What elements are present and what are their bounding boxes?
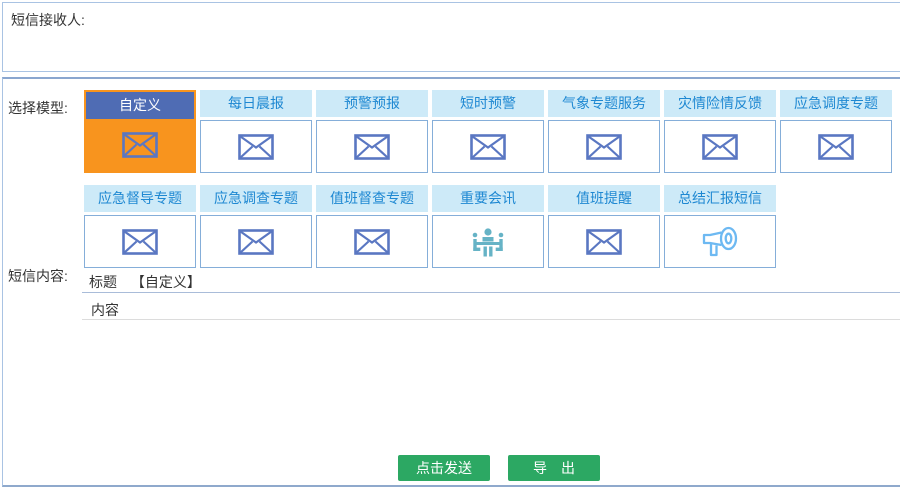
template-title: 值班督查专题 xyxy=(316,185,428,212)
content-label: 内容 xyxy=(91,300,119,320)
recipients-panel: 短信接收人: xyxy=(2,2,900,72)
template-title: 预警预报 xyxy=(316,90,428,117)
title-label: 标题 xyxy=(89,272,117,292)
sms-send-page: 短信接收人: 选择模型: 自定义每日晨报预警预报短时预警气象专题服务灾情险情反馈… xyxy=(0,0,900,492)
envelope-icon xyxy=(200,120,312,173)
template-tile-2[interactable]: 预警预报 xyxy=(316,90,428,173)
template-tile-0[interactable]: 自定义 xyxy=(84,90,196,173)
send-button[interactable]: 点击发送 xyxy=(398,455,490,481)
template-tile-4[interactable]: 气象专题服务 xyxy=(548,90,660,173)
envelope-icon xyxy=(432,120,544,173)
sms-content-field[interactable]: 内容 xyxy=(82,296,900,320)
template-tile-11[interactable]: 值班提醒 xyxy=(548,185,660,268)
template-tile-12[interactable]: 总结汇报短信 xyxy=(664,185,776,268)
envelope-icon xyxy=(664,120,776,173)
title-value: 【自定义】 xyxy=(131,272,201,292)
template-title: 灾情险情反馈 xyxy=(664,90,776,117)
template-tile-6[interactable]: 应急调度专题 xyxy=(780,90,892,173)
envelope-icon xyxy=(316,120,428,173)
template-title: 应急调查专题 xyxy=(200,185,312,212)
template-tile-9[interactable]: 值班督查专题 xyxy=(316,185,428,268)
template-tile-3[interactable]: 短时预警 xyxy=(432,90,544,173)
template-tile-1[interactable]: 每日晨报 xyxy=(200,90,312,173)
template-title: 应急督导专题 xyxy=(84,185,196,212)
envelope-icon xyxy=(316,215,428,268)
envelope-icon xyxy=(200,215,312,268)
recipients-input[interactable] xyxy=(93,3,900,71)
template-title: 值班提醒 xyxy=(548,185,660,212)
recipients-label: 短信接收人: xyxy=(11,10,85,30)
sms-title-field[interactable]: 标题 【自定义】 xyxy=(82,268,900,293)
envelope-icon xyxy=(84,215,196,268)
template-tile-7[interactable]: 应急督导专题 xyxy=(84,185,196,268)
template-tile-10[interactable]: 重要会讯 xyxy=(432,185,544,268)
template-title: 自定义 xyxy=(86,92,194,119)
template-title: 气象专题服务 xyxy=(548,90,660,117)
meeting-icon xyxy=(432,215,544,268)
template-grid: 自定义每日晨报预警预报短时预警气象专题服务灾情险情反馈应急调度专题应急督导专题应… xyxy=(84,90,900,280)
template-tile-8[interactable]: 应急调查专题 xyxy=(200,185,312,268)
main-panel: 选择模型: 自定义每日晨报预警预报短时预警气象专题服务灾情险情反馈应急调度专题应… xyxy=(2,77,900,487)
export-button[interactable]: 导 出 xyxy=(508,455,600,481)
template-title: 重要会讯 xyxy=(432,185,544,212)
template-title: 短时预警 xyxy=(432,90,544,117)
template-tile-5[interactable]: 灾情险情反馈 xyxy=(664,90,776,173)
envelope-icon xyxy=(86,119,194,170)
template-title: 总结汇报短信 xyxy=(664,185,776,212)
template-title: 每日晨报 xyxy=(200,90,312,117)
envelope-icon xyxy=(548,120,660,173)
envelope-icon xyxy=(548,215,660,268)
envelope-icon xyxy=(780,120,892,173)
sms-content-body[interactable] xyxy=(82,321,900,449)
model-select-label: 选择模型: xyxy=(8,98,68,118)
sms-content-label: 短信内容: xyxy=(8,266,68,286)
template-title: 应急调度专题 xyxy=(780,90,892,117)
megaphone-icon xyxy=(664,215,776,268)
